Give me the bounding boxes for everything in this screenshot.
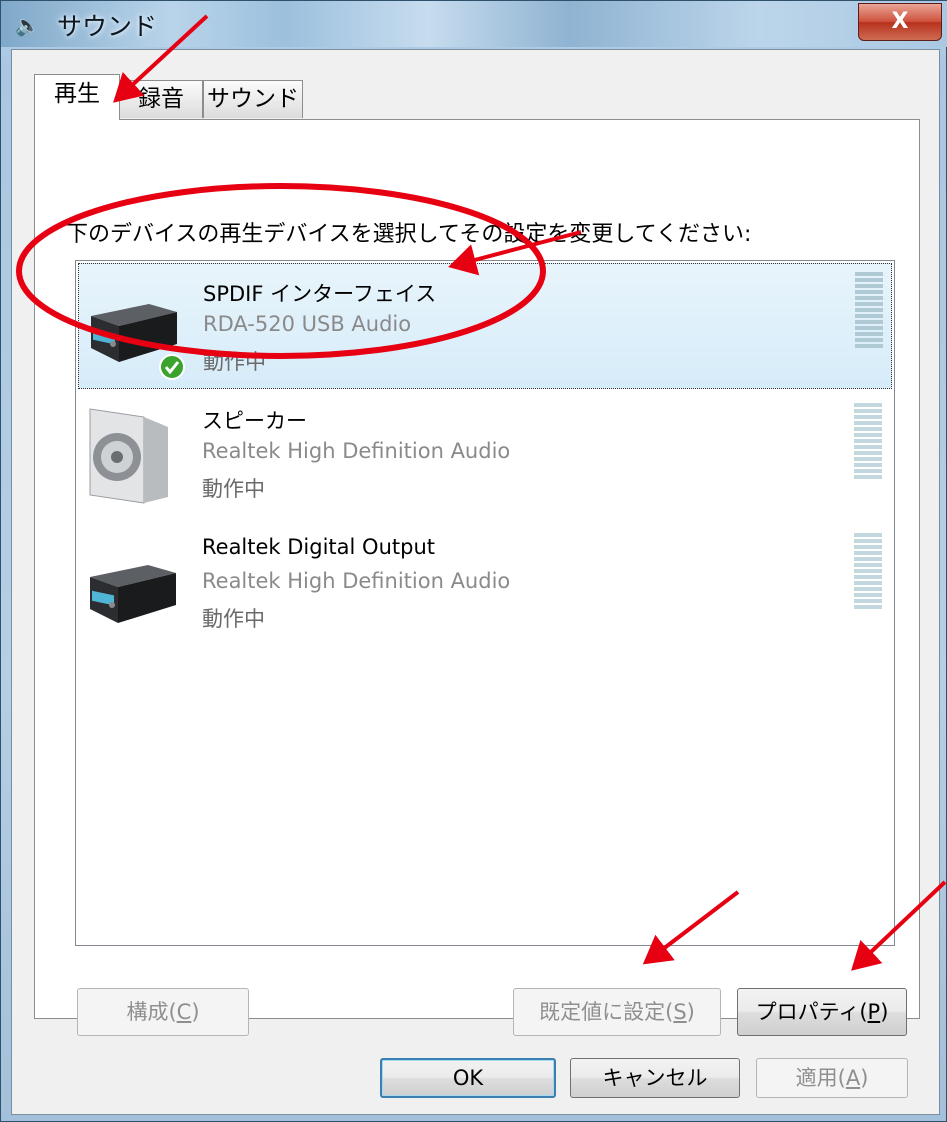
- close-button[interactable]: X: [858, 3, 942, 41]
- apply-label: 適用(: [795, 1066, 846, 1090]
- dialog-client-area: 再生 録音 サウンド 下のデバイスの再生デバイスを選択してその設定を変更してくだ…: [11, 49, 940, 1115]
- properties-accesskey: P: [867, 1000, 881, 1024]
- device-row-realtek-digital[interactable]: Realtek Digital Output Realtek High Defi…: [78, 525, 892, 651]
- device-row-spdif[interactable]: SPDIF インターフェイス RDA-520 USB Audio 動作中: [78, 263, 892, 389]
- configure-label-end: ): [191, 1000, 200, 1024]
- playback-tab-panel: 下のデバイスの再生デバイスを選択してその設定を変更してください: SPDIF イ…: [34, 119, 920, 1036]
- window-title: サウンド: [57, 12, 158, 41]
- level-meter: [854, 403, 882, 481]
- level-meter: [855, 272, 883, 350]
- set-default-label-end: ): [686, 1000, 695, 1024]
- set-default-accesskey: S: [673, 1000, 687, 1024]
- tab-playback[interactable]: 再生: [34, 74, 120, 120]
- device-status: 動作中: [202, 477, 265, 501]
- device-name: Realtek Digital Output: [202, 535, 435, 559]
- speaker-icon: [84, 407, 178, 504]
- apply-button[interactable]: 適用(A): [756, 1058, 908, 1098]
- device-driver: Realtek High Definition Audio: [202, 439, 511, 463]
- properties-button[interactable]: プロパティ(P): [737, 988, 907, 1036]
- receiver-icon: [84, 551, 178, 631]
- tab-recording[interactable]: 録音: [119, 80, 203, 118]
- device-list[interactable]: SPDIF インターフェイス RDA-520 USB Audio 動作中 スピー…: [75, 260, 895, 946]
- device-driver: Realtek High Definition Audio: [202, 569, 511, 593]
- set-default-label: 既定値に設定(: [539, 1000, 674, 1024]
- sound-dialog-window: 🔈 サウンド X 再生 録音 サウンド 下のデバイスの再生デバイスを選択してその…: [0, 0, 947, 1122]
- apply-label-end: ): [860, 1066, 869, 1090]
- level-meter: [854, 533, 882, 611]
- speaker-small-icon: 🔈: [15, 13, 40, 37]
- properties-label-end: ): [880, 1000, 889, 1024]
- device-driver: RDA-520 USB Audio: [203, 312, 412, 336]
- device-status: 動作中: [203, 350, 266, 374]
- device-row-speakers[interactable]: スピーカー Realtek High Definition Audio 動作中: [78, 395, 892, 521]
- configure-accesskey: C: [176, 1000, 192, 1024]
- set-default-button[interactable]: 既定値に設定(S): [513, 988, 721, 1036]
- cancel-button[interactable]: キャンセル: [570, 1058, 740, 1098]
- default-device-check-icon: [159, 354, 185, 380]
- configure-label: 構成(: [126, 1000, 177, 1024]
- configure-button[interactable]: 構成(C): [77, 988, 249, 1036]
- tab-sounds[interactable]: サウンド: [203, 80, 303, 118]
- apply-accesskey: A: [845, 1066, 861, 1090]
- device-name: SPDIF インターフェイス: [203, 282, 437, 306]
- title-bar[interactable]: 🔈 サウンド X: [1, 1, 947, 47]
- ok-button[interactable]: OK: [380, 1058, 556, 1098]
- device-status: 動作中: [202, 607, 265, 631]
- instruction-text: 下のデバイスの再生デバイスを選択してその設定を変更してください:: [66, 222, 752, 247]
- properties-label: プロパティ(: [755, 1000, 868, 1024]
- device-name: スピーカー: [202, 409, 307, 433]
